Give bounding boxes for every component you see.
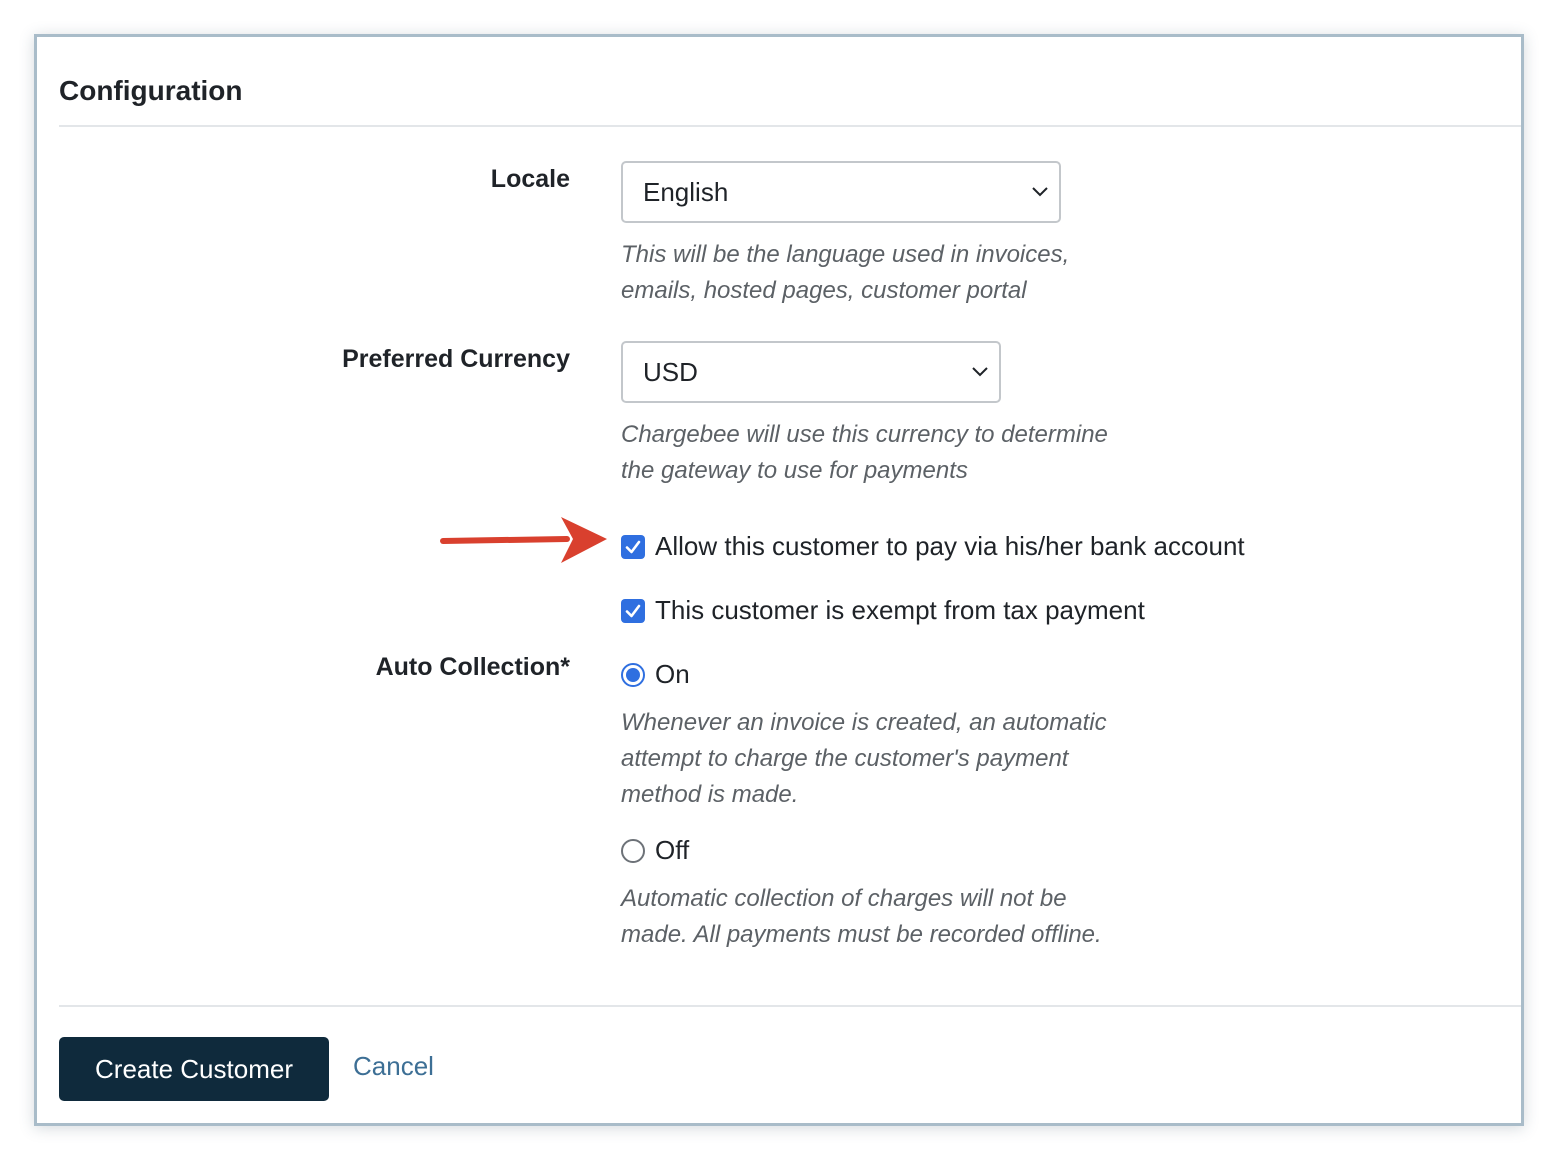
header-divider — [59, 125, 1521, 127]
cancel-link[interactable]: Cancel — [353, 1051, 434, 1082]
auto-collection-label: Auto Collection* — [375, 653, 570, 681]
locale-help-line: emails, hosted pages, customer portal — [621, 277, 1027, 304]
chevron-down-icon — [972, 367, 988, 377]
auto-collection-off-label[interactable]: Off — [655, 835, 689, 866]
auto-collection-on-option[interactable]: On — [621, 659, 690, 690]
locale-select-value: English — [643, 176, 729, 207]
tax-exempt-option[interactable]: This customer is exempt from tax payment — [621, 595, 1145, 626]
auto-collection-on-label[interactable]: On — [655, 659, 690, 690]
currency-help-line: the gateway to use for payments — [621, 457, 968, 484]
locale-help: This will be the language used in invoic… — [621, 237, 1069, 309]
currency-label: Preferred Currency — [342, 345, 570, 373]
tax-exempt-checkbox[interactable] — [621, 598, 645, 623]
checkmark-icon — [625, 604, 641, 617]
auto-collection-on-help-line: attempt to charge the customer's payment — [621, 745, 1069, 772]
configuration-panel: Configuration Locale English This will b… — [34, 34, 1524, 1126]
auto-collection-on-help-line: method is made. — [621, 781, 799, 808]
auto-collection-off-help-line: Automatic collection of charges will not… — [621, 885, 1067, 912]
section-title: Configuration — [59, 75, 243, 106]
locale-label: Locale — [490, 165, 570, 193]
auto-collection-off-help-line: made. All payments must be recorded offl… — [621, 921, 1102, 948]
create-customer-button[interactable]: Create Customer — [59, 1037, 329, 1101]
locale-help-line: This will be the language used in invoic… — [621, 241, 1070, 268]
auto-collection-on-help: Whenever an invoice is created, an autom… — [621, 705, 1107, 813]
footer-divider — [59, 1005, 1521, 1007]
auto-collection-off-help: Automatic collection of charges will not… — [621, 881, 1102, 953]
auto-collection-on-help-line: Whenever an invoice is created, an autom… — [621, 709, 1107, 736]
auto-collection-off-option[interactable]: Off — [621, 835, 689, 866]
currency-select[interactable]: USD — [621, 341, 1001, 403]
checkmark-icon — [625, 540, 641, 553]
auto-collection-on-radio[interactable] — [621, 662, 645, 687]
chevron-down-icon — [1032, 187, 1048, 197]
auto-collection-off-radio[interactable] — [621, 838, 645, 863]
radio-dot — [626, 667, 640, 682]
locale-select[interactable]: English — [621, 161, 1061, 223]
bank-account-label[interactable]: Allow this customer to pay via his/her b… — [655, 531, 1245, 562]
tax-exempt-label[interactable]: This customer is exempt from tax payment — [655, 595, 1145, 626]
currency-select-value: USD — [643, 356, 698, 387]
currency-help: Chargebee will use this currency to dete… — [621, 417, 1108, 489]
currency-help-line: Chargebee will use this currency to dete… — [621, 421, 1108, 448]
arrow-right-icon — [440, 517, 607, 563]
bank-account-checkbox[interactable] — [621, 534, 645, 559]
bank-account-option[interactable]: Allow this customer to pay via his/her b… — [621, 531, 1245, 562]
